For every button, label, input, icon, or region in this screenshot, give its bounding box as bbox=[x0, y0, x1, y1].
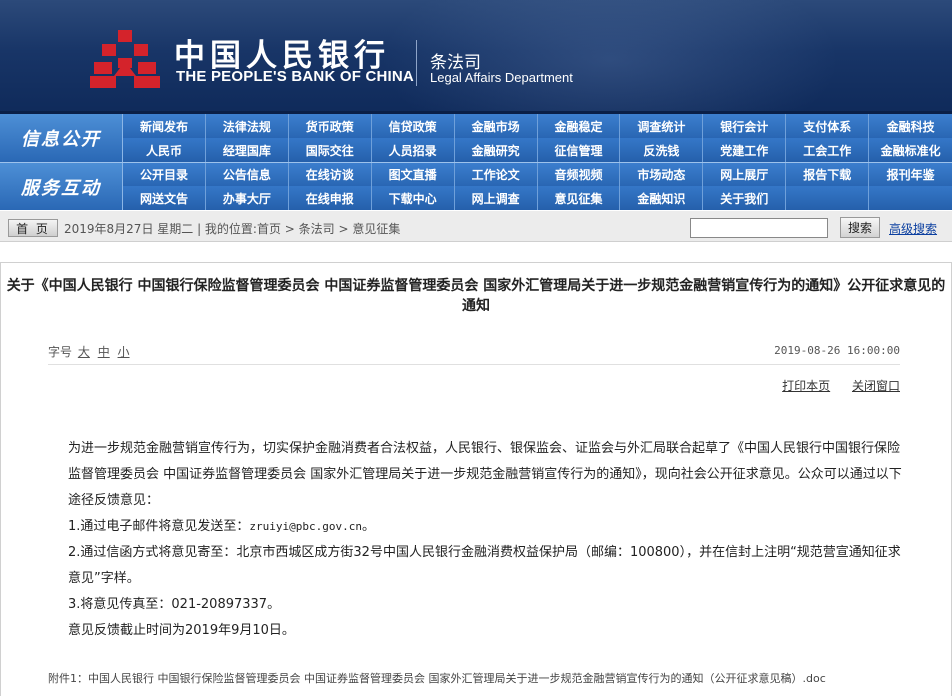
nav-item[interactable]: 工会工作 bbox=[786, 138, 870, 162]
font-size-medium[interactable]: 中 bbox=[98, 345, 110, 359]
nav-item[interactable]: 货币政策 bbox=[289, 114, 372, 138]
breadcrumb-bar: 首 页 2019年8月27日 星期二 | 我的位置:首页 > 条法司 > 意见征… bbox=[0, 210, 952, 242]
close-window-link[interactable]: 关闭窗口 bbox=[852, 379, 900, 393]
advanced-search-link[interactable]: 高级搜索 bbox=[889, 220, 937, 237]
font-size-label: 字号 bbox=[48, 345, 73, 359]
email-link[interactable]: zruiyi@pbc.gov.cn bbox=[249, 520, 362, 533]
nav-item[interactable]: 网上展厅 bbox=[703, 162, 787, 186]
nav-item[interactable]: 网上调查 bbox=[455, 186, 538, 210]
paragraph: 为进一步规范金融营销宣传行为，切实保护金融消费者合法权益，人民银行、银保监会、证… bbox=[68, 441, 902, 508]
nav-item[interactable]: 工作论文 bbox=[455, 162, 538, 186]
nav-item[interactable]: 音频视频 bbox=[538, 162, 621, 186]
nav-group-info[interactable]: 信息公开 bbox=[0, 114, 123, 162]
nav-item[interactable]: 金融知识 bbox=[620, 186, 704, 210]
attachment-link[interactable]: 附件1：中国人民银行 中国银行保险监督管理委员会 中国证券监督管理委员会 国家外… bbox=[48, 670, 826, 686]
font-size-small[interactable]: 小 bbox=[118, 345, 130, 359]
nav-item[interactable]: 关于我们 bbox=[703, 186, 787, 210]
nav-row-3: 公开目录 公告信息 在线访谈 图文直播 工作论文 音频视频 市场动态 网上展厅 … bbox=[123, 162, 952, 186]
nav-row-4: 网送文告 办事大厅 在线申报 下载中心 网上调查 意见征集 金融知识 关于我们 bbox=[123, 186, 952, 210]
nav-item[interactable]: 支付体系 bbox=[786, 114, 870, 138]
search-button[interactable]: 搜索 bbox=[840, 217, 880, 238]
list-item: 2.通过信函方式将意见寄至：北京市西城区成方街32号中国人民银行金融消费权益保护… bbox=[68, 545, 901, 586]
deadline-text: 意见反馈截止时间为2019年9月10日。 bbox=[68, 623, 295, 638]
page-title: 关于《中国人民银行 中国银行保险监督管理委员会 中国证券监督管理委员会 国家外汇… bbox=[6, 278, 946, 314]
nav-item-empty bbox=[869, 186, 952, 210]
nav-item[interactable]: 下载中心 bbox=[372, 186, 455, 210]
article-body: 为进一步规范金融营销宣传行为，切实保护金融消费者合法权益，人民银行、银保监会、证… bbox=[48, 436, 904, 644]
font-size-large[interactable]: 大 bbox=[78, 345, 90, 359]
nav-item[interactable]: 意见征集 bbox=[538, 186, 621, 210]
nav-item[interactable]: 新闻发布 bbox=[123, 114, 206, 138]
home-button[interactable]: 首 页 bbox=[8, 219, 58, 237]
nav-item[interactable]: 公告信息 bbox=[206, 162, 289, 186]
nav-item[interactable]: 银行会计 bbox=[703, 114, 787, 138]
list-item: 1.通过电子邮件将意见发送至：zruiyi@pbc.gov.cn。 bbox=[48, 514, 904, 540]
search-input[interactable] bbox=[690, 218, 828, 238]
nav-item[interactable]: 金融标准化 bbox=[869, 138, 952, 162]
nav-item[interactable]: 法律法规 bbox=[206, 114, 289, 138]
header-divider bbox=[416, 40, 417, 86]
print-link[interactable]: 打印本页 bbox=[782, 379, 830, 393]
nav-item[interactable]: 网送文告 bbox=[123, 186, 206, 210]
list-item: 3.将意见传真至：021-20897337。 bbox=[68, 597, 281, 612]
font-size-controls: 字号 大 中 小 bbox=[48, 343, 132, 360]
list-item-text: 1.通过电子邮件将意见发送至： bbox=[68, 519, 250, 534]
breadcrumb: 2019年8月27日 星期二 | 我的位置:首页 > 条法司 > 意见征集 bbox=[64, 222, 401, 236]
nav-item[interactable]: 办事大厅 bbox=[206, 186, 289, 210]
list-item-suffix: 。 bbox=[362, 519, 376, 534]
nav-item[interactable]: 在线访谈 bbox=[289, 162, 372, 186]
nav-item[interactable]: 图文直播 bbox=[372, 162, 455, 186]
nav-row-2: 人民币 经理国库 国际交往 人员招录 金融研究 征信管理 反洗钱 党建工作 工会… bbox=[123, 138, 952, 162]
nav-item[interactable]: 报刊年鉴 bbox=[869, 162, 952, 186]
main-nav: 信息公开 服务互动 新闻发布 法律法规 货币政策 信贷政策 金融市场 金融稳定 … bbox=[0, 114, 952, 210]
nav-item[interactable]: 信贷政策 bbox=[372, 114, 455, 138]
nav-item[interactable]: 经理国库 bbox=[206, 138, 289, 162]
nav-item[interactable]: 金融研究 bbox=[455, 138, 538, 162]
nav-item[interactable]: 国际交往 bbox=[289, 138, 372, 162]
header-banner: 中国人民银行 THE PEOPLE'S BANK OF CHINA 条法司 Le… bbox=[0, 0, 952, 114]
article-actions: 打印本页 关闭窗口 bbox=[764, 377, 900, 394]
nav-row-1: 新闻发布 法律法规 货币政策 信贷政策 金融市场 金融稳定 调查统计 银行会计 … bbox=[123, 114, 952, 138]
pbc-logo-icon bbox=[90, 30, 160, 88]
divider bbox=[48, 364, 900, 365]
nav-item[interactable]: 调查统计 bbox=[620, 114, 704, 138]
nav-item[interactable]: 反洗钱 bbox=[620, 138, 704, 162]
nav-item[interactable]: 市场动态 bbox=[620, 162, 704, 186]
nav-item[interactable]: 金融稳定 bbox=[538, 114, 621, 138]
nav-item[interactable]: 征信管理 bbox=[538, 138, 621, 162]
nav-item-empty bbox=[786, 186, 870, 210]
dept-name-en: Legal Affairs Department bbox=[430, 70, 573, 85]
nav-item[interactable]: 报告下载 bbox=[786, 162, 870, 186]
bank-name-en: THE PEOPLE'S BANK OF CHINA bbox=[176, 68, 414, 85]
nav-item[interactable]: 公开目录 bbox=[123, 162, 206, 186]
nav-item[interactable]: 党建工作 bbox=[703, 138, 787, 162]
nav-item[interactable]: 人员招录 bbox=[372, 138, 455, 162]
nav-item[interactable]: 人民币 bbox=[123, 138, 206, 162]
publish-date: 2019-08-26 16:00:00 bbox=[774, 344, 900, 357]
nav-item[interactable]: 在线申报 bbox=[289, 186, 372, 210]
nav-item[interactable]: 金融市场 bbox=[455, 114, 538, 138]
nav-row-divider bbox=[0, 162, 952, 163]
nav-item[interactable]: 金融科技 bbox=[869, 114, 952, 138]
nav-group-service[interactable]: 服务互动 bbox=[0, 162, 123, 210]
